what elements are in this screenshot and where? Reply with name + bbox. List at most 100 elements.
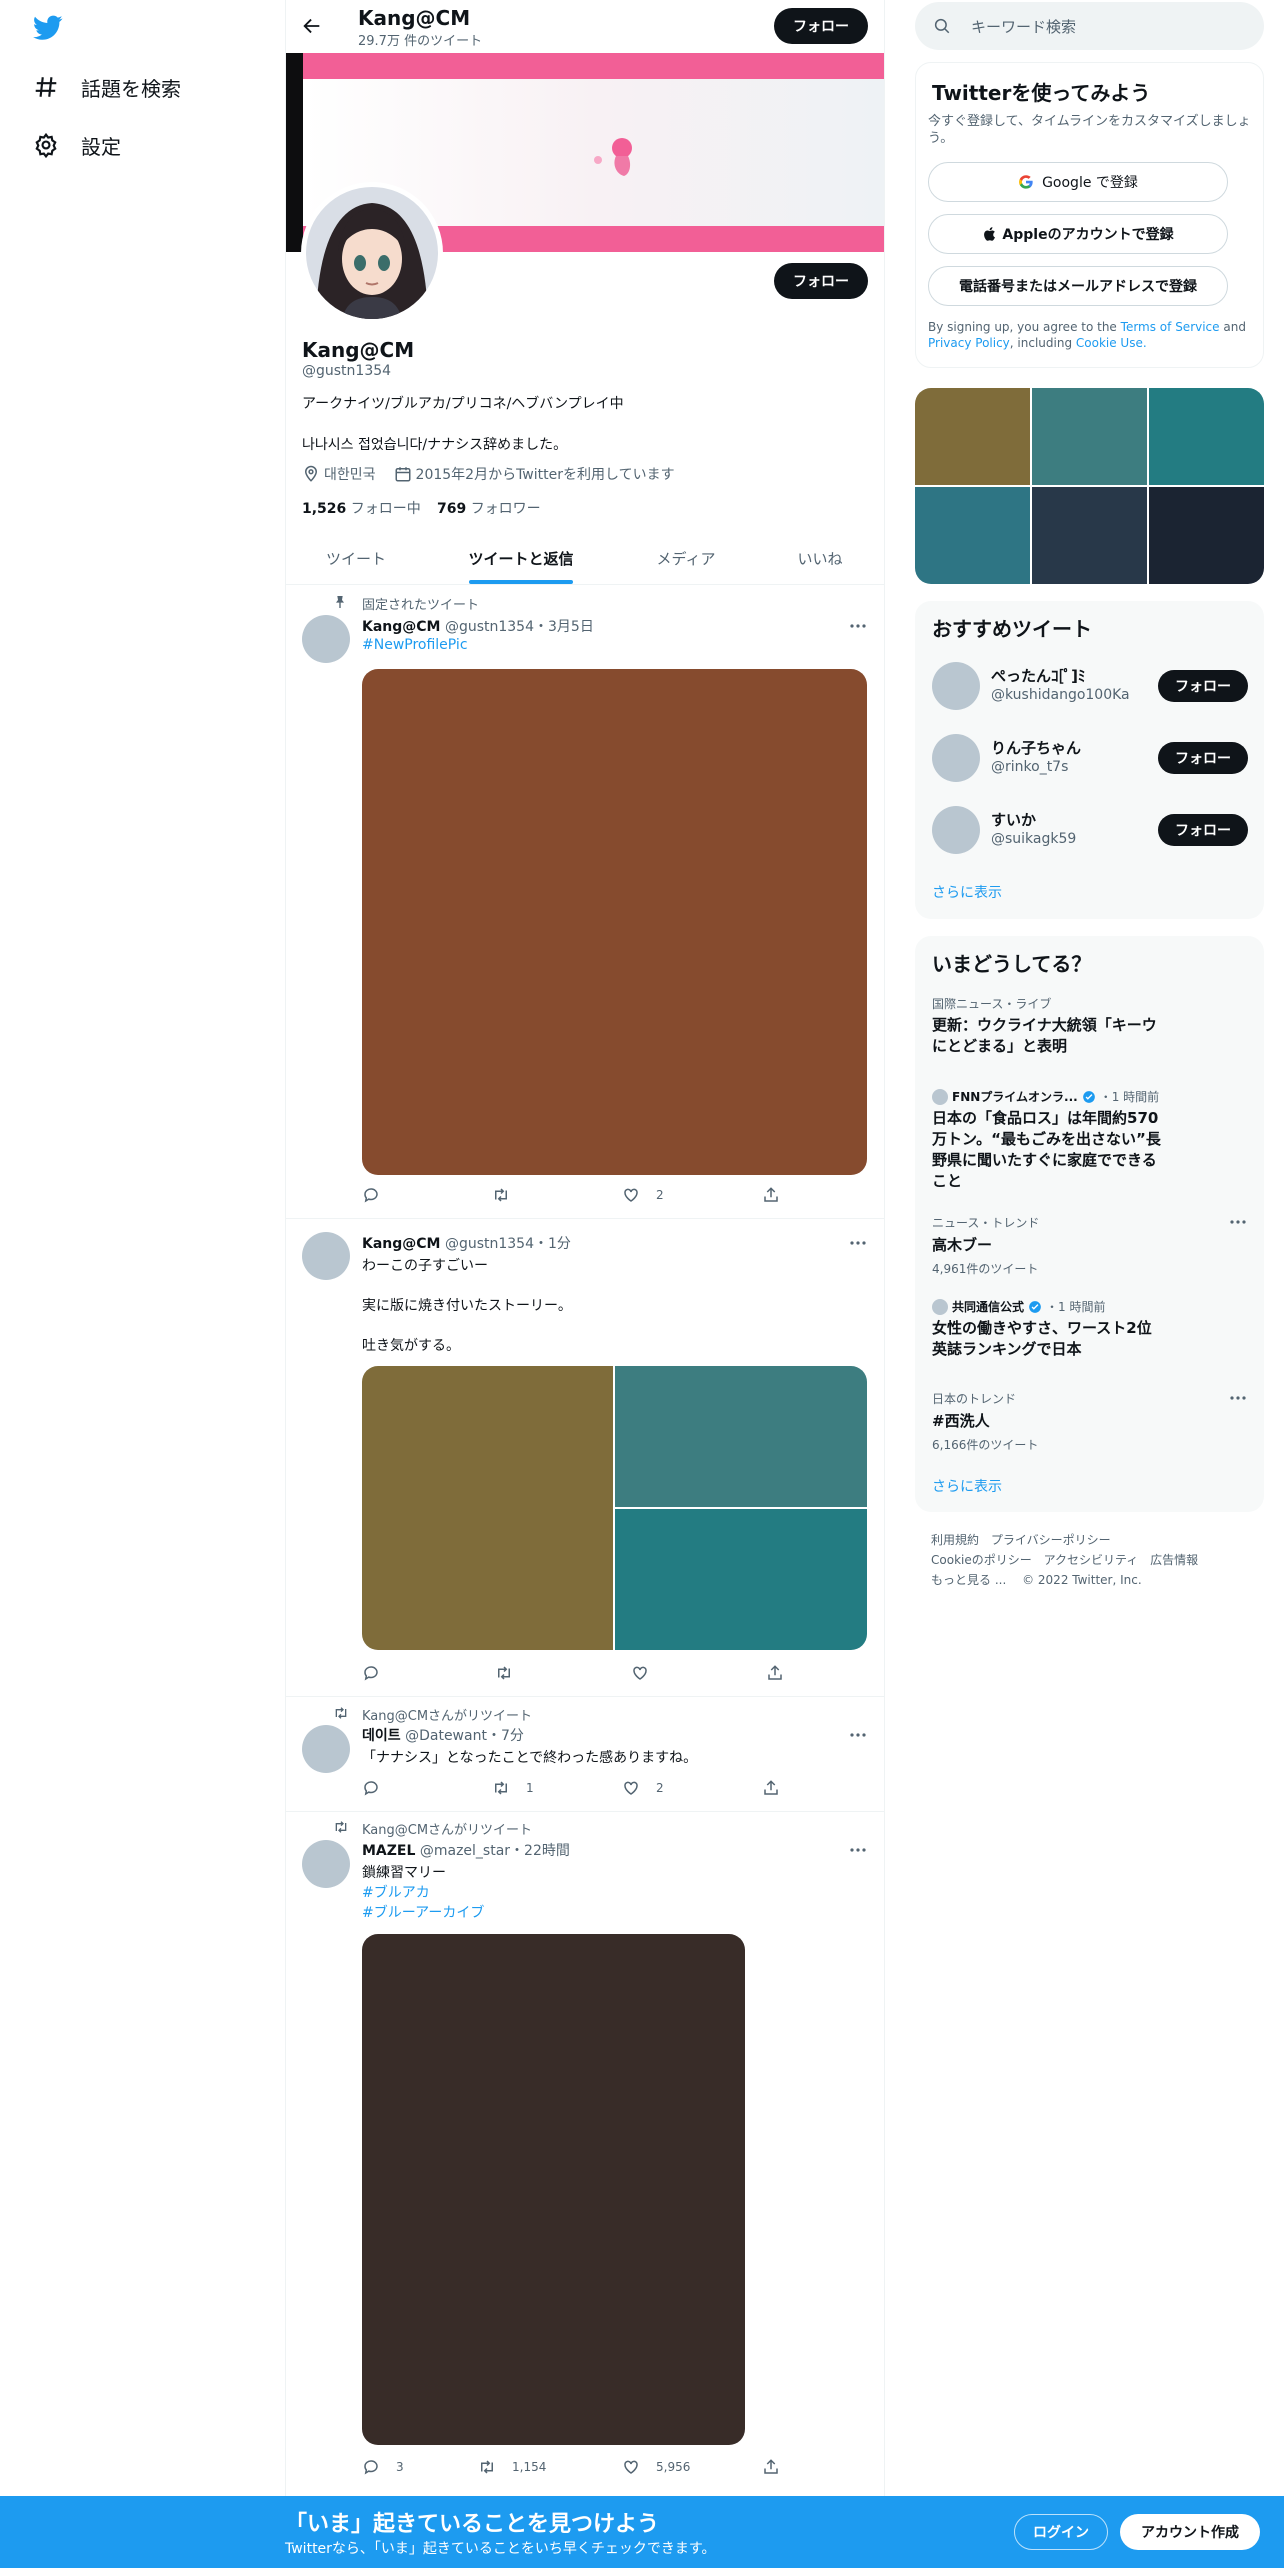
trend-item[interactable]: 共同通信公式 ・1 時間前 女性の働きやすさ、ワースト2位 英誌ランキングで日本 — [932, 1298, 1232, 1360]
nav-explore[interactable]: 話題を検索 — [33, 70, 181, 104]
avatar[interactable] — [302, 1725, 350, 1773]
share-button[interactable] — [762, 2458, 780, 2476]
privacy-link[interactable]: Privacy Policy — [928, 336, 1010, 350]
twitter-logo-icon[interactable] — [33, 15, 63, 41]
reply-button[interactable] — [362, 1664, 495, 1682]
trends-more-link[interactable]: さらに表示 — [932, 1476, 1002, 1496]
more-options-icon[interactable] — [848, 1842, 868, 1858]
tweet-media-image[interactable] — [615, 1366, 867, 1507]
retweet-button[interactable]: 1,154 — [478, 2458, 622, 2476]
trend-item[interactable]: FNNプライムオンラ... ・1 時間前 日本の「食品ロス」は年間約570万トン… — [932, 1088, 1232, 1192]
reply-button[interactable]: 3 — [362, 2458, 478, 2476]
footer-accessibility-link[interactable]: アクセシビリティ — [1044, 1553, 1139, 1567]
profile-follow-button[interactable]: フォロー — [774, 263, 868, 299]
more-options-icon[interactable] — [1228, 1214, 1248, 1230]
login-button[interactable]: ログイン — [1014, 2514, 1108, 2550]
footer-terms-link[interactable]: 利用規約 — [931, 1533, 979, 1547]
media-thumb[interactable] — [915, 388, 1030, 485]
footer-privacy-link[interactable]: プライバシーポリシー — [991, 1533, 1111, 1547]
tweet-author-name[interactable]: MAZEL — [362, 1843, 415, 1859]
cookie-link[interactable]: Cookie Use. — [1076, 336, 1147, 350]
nav-settings[interactable]: 設定 — [33, 128, 121, 162]
reply-button[interactable] — [362, 1186, 492, 1204]
tweet-hashtag[interactable]: #NewProfilePic — [362, 637, 468, 653]
share-button[interactable] — [762, 1186, 780, 1204]
retweet-button[interactable]: 1 — [492, 1779, 622, 1797]
trend-item[interactable]: 国際ニュース・ライブ 更新：ウクライナ大統領「キーウにとどまる」と表明 — [932, 995, 1232, 1057]
tweet-time[interactable]: 22時間 — [524, 1843, 570, 1859]
tweet-media-image[interactable] — [362, 669, 867, 1175]
tweet-author-name[interactable]: Kang@CM — [362, 1236, 441, 1252]
tweet-author-handle[interactable]: @gustn1354 — [445, 619, 534, 635]
trend-item[interactable]: 日本のトレンド #西洗人 6,166件のツイート — [932, 1390, 1232, 1453]
more-options-icon[interactable] — [848, 1235, 868, 1251]
tweet-media-image[interactable] — [362, 1366, 613, 1650]
recommend-follow-button[interactable]: フォロー — [1158, 814, 1248, 846]
tab-likes[interactable]: いいね — [756, 532, 884, 584]
tab-tweets-replies[interactable]: ツイートと返信 — [451, 532, 591, 584]
footer-more-link[interactable]: もっと見る ... — [931, 1573, 1006, 1587]
like-button[interactable] — [631, 1664, 766, 1682]
back-arrow-icon[interactable] — [301, 15, 323, 37]
tweet-author-name[interactable]: 데이트 — [362, 1728, 401, 1744]
phone-signup-button[interactable]: 電話番号またはメールアドレスで登録 — [928, 266, 1228, 306]
recommend-user[interactable]: りん子ちゃん @rinko_t7s フォロー — [915, 723, 1264, 795]
avatar[interactable] — [302, 1232, 350, 1280]
recommend-follow-button[interactable]: フォロー — [1158, 670, 1248, 702]
more-options-icon[interactable] — [848, 618, 868, 634]
media-thumb[interactable] — [1149, 388, 1264, 485]
tweet-author-handle[interactable]: @Datewant — [405, 1728, 487, 1744]
apple-signup-button[interactable]: Appleのアカウントで登録 — [928, 214, 1228, 254]
footer-ads-link[interactable]: 広告情報 — [1150, 1553, 1198, 1567]
like-button[interactable]: 2 — [622, 1779, 762, 1797]
avatar[interactable] — [302, 1840, 350, 1888]
media-thumb[interactable] — [1149, 487, 1264, 584]
like-button[interactable]: 5,956 — [622, 2458, 762, 2476]
like-count: 2 — [656, 1188, 664, 1202]
tab-tweets[interactable]: ツイート — [286, 532, 426, 584]
avatar[interactable] — [932, 734, 980, 782]
share-button[interactable] — [762, 1779, 780, 1797]
tweet-hashtag[interactable]: #ブルーアーカイブ — [362, 1902, 484, 1922]
recommend-user[interactable]: すいか @suikagk59 フォロー — [915, 795, 1264, 867]
tweet-time[interactable]: 3月5日 — [548, 619, 594, 635]
tweet-author-handle[interactable]: @mazel_star — [420, 1843, 510, 1859]
retweeted-by-label[interactable]: Kang@CMさんがリツイート — [362, 1819, 532, 1838]
avatar[interactable] — [932, 662, 980, 710]
terms-link[interactable]: Terms of Service — [1121, 320, 1220, 334]
recommend-follow-button[interactable]: フォロー — [1158, 742, 1248, 774]
tweet-author-name[interactable]: Kang@CM — [362, 619, 441, 635]
tweet-hashtag[interactable]: #ブルアカ — [362, 1882, 430, 1902]
avatar[interactable] — [932, 806, 980, 854]
retweeted-by-label[interactable]: Kang@CMさんがリツイート — [362, 1705, 532, 1724]
followers-link[interactable]: 769 フォロワー — [437, 498, 541, 518]
more-options-icon[interactable] — [848, 1727, 868, 1743]
media-thumb[interactable] — [915, 487, 1030, 584]
retweet-button[interactable] — [492, 1186, 622, 1204]
search-box[interactable]: キーワード検索 — [915, 2, 1264, 50]
tab-media[interactable]: メディア — [616, 532, 756, 584]
profile-avatar[interactable] — [301, 182, 443, 324]
retweet-button[interactable] — [495, 1664, 631, 1682]
footer-cookie-link[interactable]: Cookieのポリシー — [931, 1553, 1032, 1567]
create-account-button[interactable]: アカウント作成 — [1120, 2514, 1260, 2550]
recommend-more-link[interactable]: さらに表示 — [932, 882, 1002, 902]
tweet-media-image[interactable] — [615, 1509, 867, 1650]
tweet-media-image[interactable] — [362, 1934, 745, 2445]
more-options-icon[interactable] — [1228, 1390, 1248, 1406]
trend-item[interactable]: ニュース・トレンド 高木ブー 4,961件のツイート — [932, 1214, 1232, 1277]
following-link[interactable]: 1,526 フォロー中 — [302, 498, 421, 518]
like-button[interactable]: 2 — [622, 1186, 762, 1204]
search-input[interactable]: キーワード検索 — [971, 16, 1076, 37]
reply-button[interactable] — [362, 1779, 492, 1797]
tweet-time[interactable]: 1分 — [548, 1236, 571, 1252]
header-follow-button[interactable]: フォロー — [774, 8, 868, 44]
tweet-time[interactable]: 7分 — [501, 1728, 524, 1744]
tweet-author-handle[interactable]: @gustn1354 — [445, 1236, 534, 1252]
google-signup-button[interactable]: Google で登録 — [928, 162, 1228, 202]
share-button[interactable] — [766, 1664, 784, 1682]
recommend-user[interactable]: ぺったんｺ[ﾟ]ﾐ @kushidango100Ka フォロー — [915, 651, 1264, 723]
media-thumb[interactable] — [1032, 487, 1147, 584]
avatar[interactable] — [302, 615, 350, 663]
media-thumb[interactable] — [1032, 388, 1147, 485]
